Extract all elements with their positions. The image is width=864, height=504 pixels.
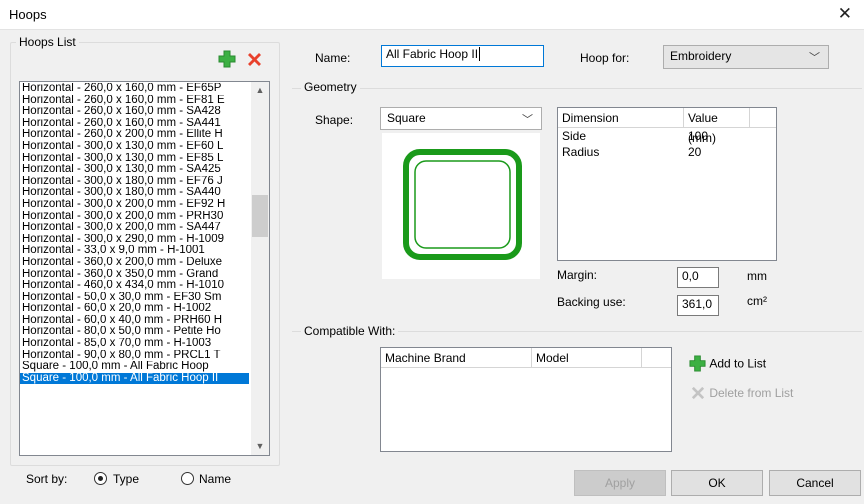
margin-input[interactable]: 0,0 (677, 267, 719, 288)
margin-label: Margin: (557, 268, 598, 282)
delete-icon (691, 386, 705, 400)
list-item[interactable]: Horizontal - 33,0 x 9,0 mm - H-1001 (20, 245, 249, 257)
name-label: Name: (315, 51, 351, 65)
list-item[interactable]: Horizontal - 85,0 x 70,0 mm - H-1003 (20, 338, 249, 350)
list-item[interactable]: Horizontal - 50,0 x 30,0 mm - EF30 Sm (20, 292, 249, 304)
add-hoop-icon[interactable] (218, 50, 236, 68)
add-to-list-label: Add to List (709, 356, 767, 371)
delete-from-list-button[interactable]: Delete from List (690, 385, 793, 403)
row-value[interactable]: 100 (688, 129, 708, 143)
list-item[interactable]: Horizontal - 300,0 x 130,0 mm - SA425 (20, 164, 249, 176)
table-row[interactable]: Radius (562, 145, 599, 159)
list-item[interactable]: Horizontal - 300,0 x 200,0 mm - PRH30 (20, 211, 249, 223)
sort-type-radio[interactable] (94, 472, 107, 485)
margin-value: 0,0 (682, 269, 699, 283)
hoop-for-select[interactable]: Embroidery ﹀ (663, 45, 829, 69)
list-item[interactable]: Horizontal - 300,0 x 290,0 mm - H-1009 (20, 234, 249, 246)
hoops-listbox[interactable]: Horizontal - 260,0 x 160,0 mm - EF65P Hor… (19, 81, 270, 456)
chevron-down-icon: ﹀ (809, 52, 820, 64)
scroll-thumb[interactable] (252, 195, 268, 237)
list-item[interactable]: Horizontal - 90,0 x 80,0 mm - PRCL1 T (20, 350, 249, 362)
hoop-for-value: Embroidery (670, 49, 732, 63)
dimensions-header: Dimension Value (mm) (558, 108, 776, 145)
dimensions-table[interactable]: Dimension Value (mm) Side 100 Radius 20 (557, 107, 777, 261)
list-item[interactable]: Horizontal - 300,0 x 200,0 mm - SA447 (20, 222, 249, 234)
sort-by-label: Sort by: (26, 472, 68, 486)
scroll-down-icon[interactable]: ▼ (251, 438, 269, 455)
compatible-label: Compatible With: (301, 324, 399, 338)
name-value: All Fabric Hoop II (386, 47, 479, 61)
row-value[interactable]: 20 (688, 145, 701, 159)
geometry-separator (292, 88, 862, 89)
list-item[interactable]: Horizontal - 260,0 x 160,0 mm - EF65P (20, 83, 249, 95)
model-column-header[interactable]: Model (532, 348, 642, 368)
hoop-preview (382, 133, 540, 279)
add-to-list-button[interactable]: Add to List (689, 355, 766, 373)
hoops-list-label: Hoops List (16, 35, 79, 49)
delete-from-list-label: Delete from List (709, 386, 794, 400)
row-dimension: Radius (562, 145, 600, 159)
list-item[interactable]: Horizontal - 60,0 x 40,0 mm - PRH60 H (20, 315, 249, 327)
close-icon[interactable]: ✕ (838, 4, 852, 24)
geometry-label: Geometry (301, 80, 360, 94)
margin-unit: mm (747, 269, 767, 283)
hoop-shape-graphic (403, 149, 522, 260)
hoop-for-label: Hoop for: (580, 51, 630, 65)
cancel-button[interactable]: Cancel (769, 470, 861, 496)
list-item[interactable]: Horizontal - 300,0 x 200,0 mm - EF92 H (20, 199, 249, 211)
scroll-up-icon[interactable]: ▲ (251, 82, 269, 99)
add-icon (689, 355, 706, 372)
list-item[interactable]: Horizontal - 360,0 x 200,0 mm - Deluxe (20, 257, 249, 269)
list-item[interactable]: Horizontal - 260,0 x 200,0 mm - Ellite H (20, 129, 249, 141)
delete-hoop-icon[interactable] (246, 51, 263, 68)
shape-select[interactable]: Square ﹀ (380, 107, 542, 130)
list-item[interactable]: Horizontal - 300,0 x 180,0 mm - EF76 J (20, 176, 249, 188)
compatible-header: Machine Brand Model (381, 348, 671, 368)
chevron-down-icon: ﹀ (522, 114, 533, 126)
list-item[interactable]: Horizontal - 260,0 x 160,0 mm - SA428 (20, 106, 249, 118)
name-input[interactable]: All Fabric Hoop II (381, 45, 544, 67)
list-item[interactable]: Horizontal - 300,0 x 180,0 mm - SA440 (20, 187, 249, 199)
list-item[interactable]: Horizontal - 300,0 x 130,0 mm - EF60 L (20, 141, 249, 153)
list-item[interactable]: Horizontal - 260,0 x 160,0 mm - SA441 (20, 118, 249, 130)
compatible-table[interactable]: Machine Brand Model (380, 347, 672, 452)
dimension-column-header[interactable]: Dimension (558, 108, 684, 128)
list-scrollbar[interactable]: ▲ ▼ (251, 82, 269, 455)
list-item[interactable]: Horizontal - 260,0 x 160,0 mm - EF81 E (20, 95, 249, 107)
title-bar: Hoops ✕ (0, 0, 864, 30)
value-column-header[interactable]: Value (mm) (684, 108, 750, 145)
list-item[interactable]: Horizontal - 60,0 x 20,0 mm - H-1002 (20, 303, 249, 315)
list-item[interactable]: Horizontal - 300,0 x 130,0 mm - EF85 L (20, 153, 249, 165)
backing-unit: cm² (747, 294, 767, 308)
ok-button[interactable]: OK (671, 470, 763, 496)
backing-input[interactable]: 361,0 (677, 295, 719, 316)
table-row[interactable]: Side (562, 129, 586, 143)
row-dimension: Side (562, 129, 587, 143)
shape-label: Shape: (315, 113, 354, 127)
backing-label: Backing use: (557, 295, 626, 309)
window-title: Hoops (9, 7, 47, 22)
apply-button[interactable]: Apply (574, 470, 666, 496)
sort-name-label[interactable]: Name (199, 472, 231, 486)
list-item[interactable]: Horizontal - 360,0 x 350,0 mm - Grand (20, 269, 249, 281)
sort-type-label[interactable]: Type (113, 472, 139, 486)
list-item[interactable]: Horizontal - 80,0 x 50,0 mm - Petite Ho (20, 326, 249, 338)
list-item[interactable]: Square - 100,0 mm - All Fabric Hoop II (20, 371, 250, 386)
shape-value: Square (387, 111, 426, 125)
list-item[interactable]: Square - 100,0 mm - All Fabric Hoop (20, 361, 249, 373)
list-item[interactable]: Horizontal - 460,0 x 434,0 mm - H-1010 (20, 280, 249, 292)
backing-value: 361,0 (682, 297, 713, 311)
machine-brand-column-header[interactable]: Machine Brand (381, 348, 532, 368)
sort-name-radio[interactable] (181, 472, 194, 485)
